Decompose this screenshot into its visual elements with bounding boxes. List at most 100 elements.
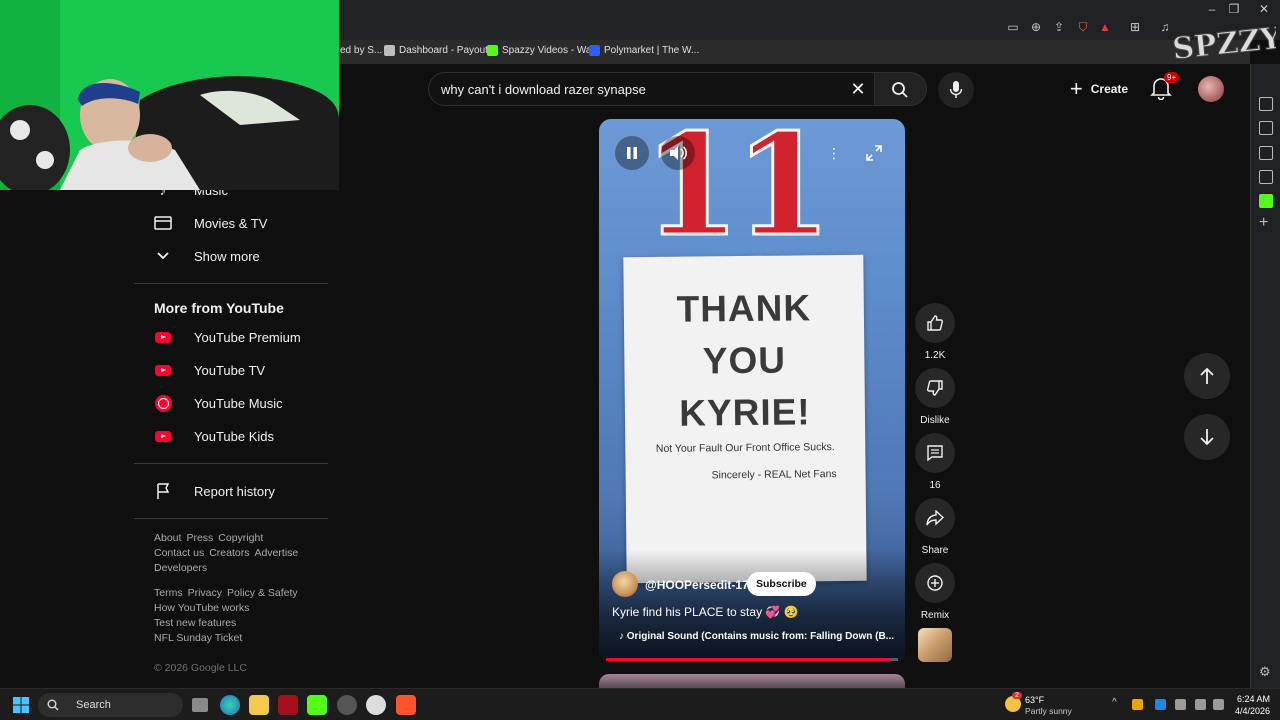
subscribe-button[interactable]: Subscribe — [747, 572, 816, 596]
thumbs-down-icon[interactable] — [915, 368, 955, 408]
adobe-app-icon[interactable] — [278, 695, 298, 715]
sign-subtext: Not Your Fault Our Front Office Sucks. — [655, 441, 835, 455]
webcam-scene — [0, 0, 339, 190]
tab-search-icon[interactable]: ⊞ — [1128, 20, 1142, 34]
account-avatar[interactable] — [1198, 76, 1224, 102]
kick-app-icon[interactable] — [307, 695, 327, 715]
comment-icon[interactable] — [915, 433, 955, 473]
bookmark-item[interactable]: ed by S... — [340, 45, 382, 56]
network-icon[interactable] — [1195, 699, 1206, 710]
notifications-button[interactable]: 9+ — [1150, 72, 1180, 102]
fullscreen-icon[interactable] — [857, 136, 891, 170]
speaker-icon[interactable] — [1213, 699, 1224, 710]
sound-thumbnail[interactable] — [918, 628, 952, 662]
share-label: Share — [921, 545, 949, 556]
thumbs-up-icon[interactable] — [915, 303, 955, 343]
volume-button[interactable] — [661, 136, 695, 170]
kick-sidebar-icon[interactable] — [1259, 194, 1273, 208]
tray-app-icon[interactable] — [1132, 699, 1143, 710]
bookmark-item[interactable]: Spazzy Videos - Wa... — [487, 45, 600, 56]
footer-link[interactable]: Advertise — [254, 547, 298, 559]
video-progress-bar[interactable] — [606, 658, 898, 661]
brave-shield-icon[interactable]: ⛉ — [1076, 20, 1090, 34]
edge-browser-icon[interactable] — [220, 695, 240, 715]
footer-link[interactable]: Press — [186, 532, 213, 544]
video-title[interactable]: Kyrie find his PLACE to stay 💞 🥹 — [612, 605, 799, 619]
footer-link[interactable]: Terms — [154, 587, 183, 599]
like-action[interactable]: 1.2K — [914, 303, 956, 361]
windows-start-icon[interactable] — [13, 697, 29, 713]
shorts-video-player[interactable]: 11 THANK YOU KYRIE! Not Your Fault Our F… — [599, 119, 905, 662]
remix-icon[interactable] — [915, 563, 955, 603]
add-panel-icon[interactable]: + — [1259, 214, 1268, 232]
cast-icon[interactable]: ▭ — [1006, 20, 1020, 34]
microphone-tray-icon[interactable] — [1175, 699, 1186, 710]
remix-action[interactable]: Remix — [914, 563, 956, 621]
footer-link[interactable]: Developers — [154, 562, 207, 574]
search-box[interactable]: why can't i download razer synapse ✕ — [428, 72, 875, 106]
clear-search-icon[interactable]: ✕ — [848, 79, 868, 99]
rewards-icon[interactable]: ▲ — [1098, 20, 1112, 34]
more-options-icon[interactable]: ⋮ — [817, 136, 851, 170]
sidebar-item-show-more[interactable]: Show more — [154, 241, 260, 271]
search-button[interactable] — [875, 72, 927, 106]
share-action[interactable]: Share — [914, 498, 956, 556]
volume-icon — [670, 146, 687, 160]
footer-link[interactable]: Test new features — [154, 617, 236, 629]
pause-icon — [627, 147, 637, 159]
footer-link[interactable]: Privacy — [188, 587, 222, 599]
sound-link[interactable]: ♪ Original Sound (Contains music from: F… — [619, 631, 894, 642]
polymarket-icon — [589, 45, 600, 56]
file-explorer-icon[interactable] — [249, 695, 269, 715]
sidebar-item-youtube-music[interactable]: YouTube Music — [154, 388, 283, 418]
tray-overflow-icon[interactable]: ^ — [1112, 697, 1123, 708]
clock-time[interactable]: 6:24 AM — [1230, 694, 1270, 704]
footer-link[interactable]: About — [154, 532, 181, 544]
tray-app-icon[interactable] — [1155, 699, 1166, 710]
zoom-icon[interactable]: ⊕ — [1029, 20, 1043, 34]
search-input[interactable]: why can't i download razer synapse — [441, 82, 646, 97]
footer-link[interactable]: Contact us — [154, 547, 204, 559]
footer-link[interactable]: Policy & Safety — [227, 587, 298, 599]
footer-link[interactable]: Creators — [209, 547, 249, 559]
next-short-preview[interactable] — [599, 674, 905, 688]
task-view-icon[interactable] — [192, 698, 208, 712]
obs-icon[interactable] — [337, 695, 357, 715]
voice-search-button[interactable] — [938, 72, 974, 108]
pause-button[interactable] — [615, 136, 649, 170]
capture-app-icon[interactable] — [366, 695, 386, 715]
bookmark-item[interactable]: Polymarket | The W... — [589, 45, 699, 56]
progress-fill — [606, 658, 890, 661]
taskbar-search[interactable]: Search — [38, 693, 183, 717]
channel-name[interactable]: @HOOPersedit-17 — [645, 578, 749, 592]
browser-sidebar: + ⚙ — [1250, 64, 1280, 688]
copyright: © 2026 Google LLC — [154, 662, 247, 674]
channel-avatar[interactable] — [612, 571, 638, 597]
footer-link[interactable]: NFL Sunday Ticket — [154, 632, 242, 644]
footer-link[interactable]: Copyright — [218, 532, 263, 544]
arrow-down-icon — [1200, 429, 1214, 446]
dislike-action[interactable]: Dislike — [914, 368, 956, 426]
brave-browser-icon[interactable] — [396, 695, 416, 715]
history-panel-icon[interactable] — [1259, 170, 1273, 184]
bookmark-item[interactable]: Dashboard - Payout... — [384, 45, 496, 56]
dislike-label: Dislike — [920, 415, 950, 426]
previous-short-button[interactable] — [1184, 353, 1230, 399]
sidebar-item-youtube-premium[interactable]: YouTube Premium — [154, 322, 301, 352]
sidebar-item-youtube-kids[interactable]: YouTube Kids — [154, 421, 274, 451]
settings-gear-icon[interactable]: ⚙ — [1259, 664, 1271, 680]
clock-date[interactable]: 4/4/2026 — [1230, 706, 1270, 716]
reading-list-icon[interactable] — [1259, 146, 1273, 160]
comments-action[interactable]: 16 — [914, 433, 956, 491]
create-button[interactable]: + Create — [1062, 74, 1136, 104]
bookmarks-panel-icon[interactable] — [1259, 121, 1273, 135]
sidebar-panel-icon[interactable] — [1259, 97, 1273, 111]
youtube-music-icon — [154, 394, 172, 412]
sidebar-item-movies-tv[interactable]: Movies & TV — [154, 208, 267, 238]
share-arrow-icon[interactable] — [915, 498, 955, 538]
sidebar-item-youtube-tv[interactable]: YouTube TV — [154, 355, 265, 385]
next-short-button[interactable] — [1184, 414, 1230, 460]
footer-link[interactable]: How YouTube works — [154, 602, 249, 614]
share-icon[interactable]: ⇪ — [1052, 20, 1066, 34]
sidebar-item-report-history[interactable]: Report history — [154, 476, 275, 506]
